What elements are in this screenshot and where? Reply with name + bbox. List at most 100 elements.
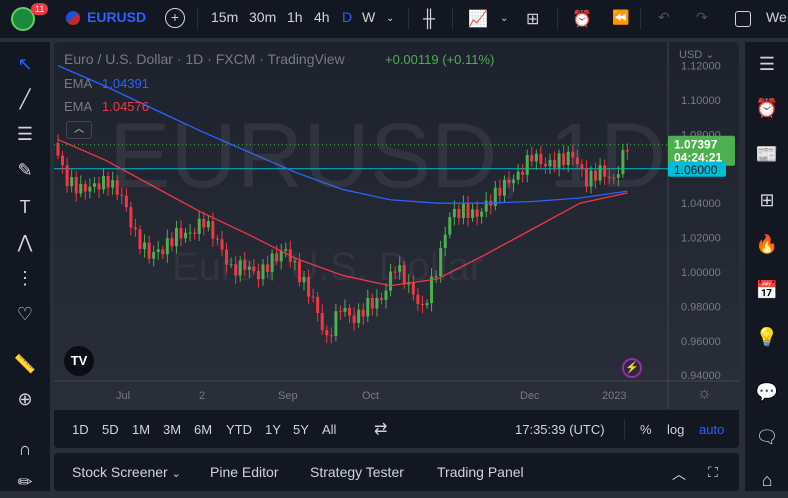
currency-selector[interactable]: USD ⌄ xyxy=(679,48,715,61)
log-toggle[interactable]: log xyxy=(667,422,684,437)
layouts-icon[interactable]: ⊞ xyxy=(526,9,539,29)
maximize-panel-icon[interactable]: ⛶ xyxy=(708,464,718,481)
redo-icon[interactable]: ↷ xyxy=(696,9,708,26)
brush-icon[interactable]: ✎ xyxy=(12,160,38,186)
candle-body xyxy=(420,304,424,306)
candle-body xyxy=(147,242,151,259)
help-icon[interactable]: ⌂ xyxy=(753,470,781,498)
add-list-icon[interactable]: ⊞ xyxy=(753,190,781,218)
time-tick: Oct xyxy=(362,390,379,402)
symbol-search[interactable]: EURUSD xyxy=(87,9,146,25)
candle-body xyxy=(334,311,338,337)
ema2-label[interactable]: EMA xyxy=(64,99,92,114)
candle-body xyxy=(316,296,320,314)
candle-body xyxy=(193,232,197,234)
range-all[interactable]: All xyxy=(322,422,336,437)
chat-icon[interactable]: 💬 xyxy=(753,382,781,410)
clock[interactable]: 17:35:39 (UTC) xyxy=(515,422,605,437)
replay-icon[interactable]: ⏪ xyxy=(612,9,629,26)
top-toolbar: 11 EURUSD + 15m 30m 1h 4h D W ⌄ ╫ 📈 ⌄ ⊞ … xyxy=(0,0,788,38)
tradingview-logo[interactable]: TV xyxy=(64,346,94,376)
news-icon[interactable]: 📰 xyxy=(753,144,781,172)
candles-icon[interactable]: ╫ xyxy=(423,9,435,29)
interval-1h[interactable]: 1h xyxy=(287,9,303,25)
add-symbol-icon[interactable]: + xyxy=(165,8,185,28)
chevron-down-icon[interactable]: ⌄ xyxy=(386,13,394,24)
chats-icon[interactable]: 🗨 xyxy=(753,427,781,455)
pencil-icon[interactable]: ✏ xyxy=(12,472,38,498)
chart-pane[interactable]: 1.120001.100001.080001.060001.040001.020… xyxy=(54,42,739,409)
candle-body xyxy=(129,207,133,228)
candle-body xyxy=(352,315,356,324)
date-range-icon[interactable]: ⇄ xyxy=(374,419,387,439)
range-ytd[interactable]: YTD xyxy=(226,422,252,437)
candle-body xyxy=(329,335,333,337)
tab-strategy-tester[interactable]: Strategy Tester xyxy=(310,464,404,480)
candle-body xyxy=(165,238,169,255)
candle-body xyxy=(357,309,361,324)
cursor-icon[interactable]: ↖ xyxy=(12,54,38,80)
cutoff-label[interactable]: We xyxy=(766,9,787,25)
ideas-icon[interactable]: 💡 xyxy=(753,327,781,355)
last-price-value: 1.07397 xyxy=(674,138,718,152)
zoom-icon[interactable]: ⊕ xyxy=(12,389,38,415)
heart-icon[interactable]: ♡ xyxy=(12,304,38,330)
candle-body xyxy=(370,297,374,309)
candle-body xyxy=(325,330,329,336)
alert-icon[interactable]: ⏰ xyxy=(572,9,592,29)
time-tick: Sep xyxy=(278,390,298,402)
candle-body xyxy=(384,290,388,300)
range-6m[interactable]: 6M xyxy=(194,422,212,437)
layout-checkbox[interactable] xyxy=(735,11,751,27)
watchlist-icon[interactable]: ☰ xyxy=(753,54,781,82)
text-icon[interactable]: T xyxy=(12,197,38,223)
interval-15m[interactable]: 15m xyxy=(211,9,238,25)
calendar-icon[interactable]: 📅 xyxy=(753,280,781,308)
interval-w[interactable]: W xyxy=(362,9,375,25)
notification-badge: 11 xyxy=(31,3,49,15)
candle-body xyxy=(425,303,429,306)
percent-toggle[interactable]: % xyxy=(640,422,652,437)
auto-toggle[interactable]: auto xyxy=(699,422,724,437)
fib-icon[interactable]: ☰ xyxy=(12,124,38,150)
candle-body xyxy=(375,297,379,309)
alarm-clock-icon[interactable]: ⏰ xyxy=(753,98,781,126)
interval-d[interactable]: D xyxy=(342,9,352,25)
range-1m[interactable]: 1M xyxy=(132,422,150,437)
interval-30m[interactable]: 30m xyxy=(249,9,276,25)
indicators-icon[interactable]: 📈 xyxy=(468,9,488,29)
ema2-value: 1.04576 xyxy=(102,99,149,114)
chevron-down-icon[interactable]: ⌄ xyxy=(500,13,508,24)
candle-body xyxy=(161,249,165,255)
tab-stock-screener[interactable]: Stock Screener ⌄ xyxy=(72,464,181,480)
candle-body xyxy=(138,229,142,250)
range-5y[interactable]: 5Y xyxy=(293,422,309,437)
tab-trading-panel[interactable]: Trading Panel xyxy=(437,464,524,480)
range-5d[interactable]: 5D xyxy=(102,422,119,437)
candle-body xyxy=(184,232,188,239)
hline-price-value: 1.06000 xyxy=(674,163,718,177)
candle-body xyxy=(179,228,183,239)
lightning-icon[interactable]: ⚡ xyxy=(622,358,642,378)
range-1y[interactable]: 1Y xyxy=(265,422,281,437)
settings-icon[interactable]: ☼ xyxy=(697,385,712,403)
ema1-label[interactable]: EMA xyxy=(64,76,92,91)
tab-pine-editor[interactable]: Pine Editor xyxy=(210,464,278,480)
hotlist-icon[interactable]: 🔥 xyxy=(753,234,781,262)
undo-icon[interactable]: ↶ xyxy=(658,9,670,26)
range-1d[interactable]: 1D xyxy=(72,422,89,437)
price-chart[interactable]: 1.120001.100001.080001.060001.040001.020… xyxy=(54,42,739,409)
magnet-icon[interactable]: ∩ xyxy=(12,439,38,465)
candle-body xyxy=(311,296,315,298)
collapse-legend-button[interactable]: ︿ xyxy=(66,121,92,139)
trend-line-icon[interactable]: ╱ xyxy=(12,89,38,115)
candle-body xyxy=(152,252,156,259)
ruler-icon[interactable]: 📏 xyxy=(12,354,38,380)
candle-body xyxy=(70,177,74,187)
collapse-panel-icon[interactable]: ︿ xyxy=(672,464,686,484)
interval-4h[interactable]: 4h xyxy=(314,9,330,25)
pattern-icon[interactable]: ⋀ xyxy=(12,232,38,258)
candle-body xyxy=(361,309,365,317)
range-3m[interactable]: 3M xyxy=(163,422,181,437)
prediction-icon[interactable]: ⋮ xyxy=(12,268,38,294)
